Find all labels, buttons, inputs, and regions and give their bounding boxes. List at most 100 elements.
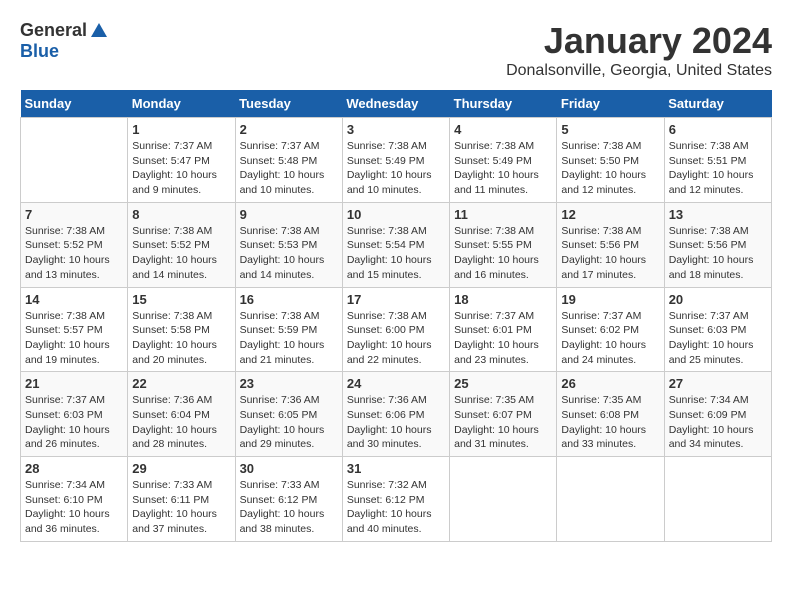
calendar-cell: 2 Sunrise: 7:37 AMSunset: 5:48 PMDaylight… [235,118,342,203]
calendar-cell: 7 Sunrise: 7:38 AMSunset: 5:52 PMDaylight… [21,202,128,287]
day-info: Sunrise: 7:33 AMSunset: 6:11 PMDaylight:… [132,478,230,537]
calendar-cell [21,118,128,203]
day-number: 12 [561,207,659,222]
calendar-cell: 6 Sunrise: 7:38 AMSunset: 5:51 PMDaylight… [664,118,771,203]
header-tuesday: Tuesday [235,90,342,118]
day-number: 26 [561,376,659,391]
day-number: 9 [240,207,338,222]
header-saturday: Saturday [664,90,771,118]
day-number: 30 [240,461,338,476]
header-thursday: Thursday [450,90,557,118]
calendar-cell: 4Sunrise: 7:38 AMSunset: 5:49 PMDaylight… [450,118,557,203]
day-info: Sunrise: 7:38 AMSunset: 6:00 PMDaylight:… [347,309,445,368]
calendar-cell: 20 Sunrise: 7:37 AMSunset: 6:03 PMDayligh… [664,287,771,372]
day-info: Sunrise: 7:38 AMSunset: 5:59 PMDaylight:… [240,309,338,368]
day-info: Sunrise: 7:38 AMSunset: 5:52 PMDaylight:… [25,224,123,283]
day-number: 15 [132,292,230,307]
day-info: Sunrise: 7:34 AMSunset: 6:10 PMDaylight:… [25,478,123,537]
day-number: 3 [347,122,445,137]
day-info: Sunrise: 7:38 AMSunset: 5:52 PMDaylight:… [132,224,230,283]
day-number: 2 [240,122,338,137]
calendar-cell: 28 Sunrise: 7:34 AMSunset: 6:10 PMDayligh… [21,457,128,542]
week-row-2: 7 Sunrise: 7:38 AMSunset: 5:52 PMDaylight… [21,202,772,287]
week-row-1: 1 Sunrise: 7:37 AMSunset: 5:47 PMDaylight… [21,118,772,203]
day-info: Sunrise: 7:37 AMSunset: 6:01 PMDaylight:… [454,309,552,368]
day-info: Sunrise: 7:37 AMSunset: 5:47 PMDaylight:… [132,139,230,198]
day-number: 23 [240,376,338,391]
calendar-cell: 9 Sunrise: 7:38 AMSunset: 5:53 PMDaylight… [235,202,342,287]
day-number: 6 [669,122,767,137]
week-row-3: 14Sunrise: 7:38 AMSunset: 5:57 PMDayligh… [21,287,772,372]
day-info: Sunrise: 7:38 AMSunset: 5:49 PMDaylight:… [454,139,552,198]
calendar-cell: 25 Sunrise: 7:35 AMSunset: 6:07 PMDayligh… [450,372,557,457]
calendar-cell: 26Sunrise: 7:35 AMSunset: 6:08 PMDayligh… [557,372,664,457]
day-number: 18 [454,292,552,307]
day-info: Sunrise: 7:37 AMSunset: 6:03 PMDaylight:… [669,309,767,368]
day-info: Sunrise: 7:37 AMSunset: 6:03 PMDaylight:… [25,393,123,452]
calendar-cell: 22 Sunrise: 7:36 AMSunset: 6:04 PMDayligh… [128,372,235,457]
calendar-cell: 14Sunrise: 7:38 AMSunset: 5:57 PMDayligh… [21,287,128,372]
day-number: 8 [132,207,230,222]
calendar-cell: 27Sunrise: 7:34 AMSunset: 6:09 PMDayligh… [664,372,771,457]
calendar-cell [450,457,557,542]
day-number: 1 [132,122,230,137]
calendar-table: SundayMondayTuesdayWednesdayThursdayFrid… [20,90,772,542]
calendar-cell: 3 Sunrise: 7:38 AMSunset: 5:49 PMDaylight… [342,118,449,203]
day-info: Sunrise: 7:32 AMSunset: 6:12 PMDaylight:… [347,478,445,537]
calendar-cell: 23 Sunrise: 7:36 AMSunset: 6:05 PMDayligh… [235,372,342,457]
day-number: 11 [454,207,552,222]
day-number: 28 [25,461,123,476]
calendar-cell: 12Sunrise: 7:38 AMSunset: 5:56 PMDayligh… [557,202,664,287]
header-wednesday: Wednesday [342,90,449,118]
header-friday: Friday [557,90,664,118]
day-info: Sunrise: 7:37 AMSunset: 6:02 PMDaylight:… [561,309,659,368]
day-info: Sunrise: 7:38 AMSunset: 5:51 PMDaylight:… [669,139,767,198]
day-info: Sunrise: 7:34 AMSunset: 6:09 PMDaylight:… [669,393,767,452]
day-number: 20 [669,292,767,307]
day-info: Sunrise: 7:38 AMSunset: 5:49 PMDaylight:… [347,139,445,198]
calendar-cell: 18 Sunrise: 7:37 AMSunset: 6:01 PMDayligh… [450,287,557,372]
day-info: Sunrise: 7:38 AMSunset: 5:50 PMDaylight:… [561,139,659,198]
day-info: Sunrise: 7:35 AMSunset: 6:07 PMDaylight:… [454,393,552,452]
day-number: 19 [561,292,659,307]
day-number: 21 [25,376,123,391]
day-info: Sunrise: 7:38 AMSunset: 5:55 PMDaylight:… [454,224,552,283]
title-section: January 2024 Donalsonville, Georgia, Uni… [506,20,772,80]
logo-blue-text: Blue [20,41,59,61]
day-info: Sunrise: 7:38 AMSunset: 5:58 PMDaylight:… [132,309,230,368]
calendar-title: January 2024 [506,20,772,62]
calendar-cell: 11 Sunrise: 7:38 AMSunset: 5:55 PMDayligh… [450,202,557,287]
calendar-cell: 19 Sunrise: 7:37 AMSunset: 6:02 PMDayligh… [557,287,664,372]
logo-general-text: General [20,20,87,41]
day-number: 31 [347,461,445,476]
day-info: Sunrise: 7:38 AMSunset: 5:53 PMDaylight:… [240,224,338,283]
calendar-cell [664,457,771,542]
day-number: 16 [240,292,338,307]
calendar-cell: 17Sunrise: 7:38 AMSunset: 6:00 PMDayligh… [342,287,449,372]
day-info: Sunrise: 7:33 AMSunset: 6:12 PMDaylight:… [240,478,338,537]
day-number: 29 [132,461,230,476]
day-info: Sunrise: 7:36 AMSunset: 6:04 PMDaylight:… [132,393,230,452]
day-number: 5 [561,122,659,137]
calendar-cell: 15 Sunrise: 7:38 AMSunset: 5:58 PMDayligh… [128,287,235,372]
day-number: 22 [132,376,230,391]
calendar-subtitle: Donalsonville, Georgia, United States [506,62,772,80]
day-info: Sunrise: 7:36 AMSunset: 6:06 PMDaylight:… [347,393,445,452]
day-number: 13 [669,207,767,222]
week-row-4: 21 Sunrise: 7:37 AMSunset: 6:03 PMDayligh… [21,372,772,457]
page-header: General Blue January 2024 Donalsonville,… [20,20,772,80]
header-monday: Monday [128,90,235,118]
calendar-cell: 10Sunrise: 7:38 AMSunset: 5:54 PMDayligh… [342,202,449,287]
day-number: 7 [25,207,123,222]
day-number: 14 [25,292,123,307]
day-number: 25 [454,376,552,391]
day-info: Sunrise: 7:36 AMSunset: 6:05 PMDaylight:… [240,393,338,452]
calendar-cell: 5 Sunrise: 7:38 AMSunset: 5:50 PMDaylight… [557,118,664,203]
calendar-cell: 30 Sunrise: 7:33 AMSunset: 6:12 PMDayligh… [235,457,342,542]
day-info: Sunrise: 7:38 AMSunset: 5:56 PMDaylight:… [669,224,767,283]
day-info: Sunrise: 7:37 AMSunset: 5:48 PMDaylight:… [240,139,338,198]
header-sunday: Sunday [21,90,128,118]
logo-triangle-icon [89,21,109,41]
calendar-header-row: SundayMondayTuesdayWednesdayThursdayFrid… [21,90,772,118]
calendar-cell: 29 Sunrise: 7:33 AMSunset: 6:11 PMDayligh… [128,457,235,542]
